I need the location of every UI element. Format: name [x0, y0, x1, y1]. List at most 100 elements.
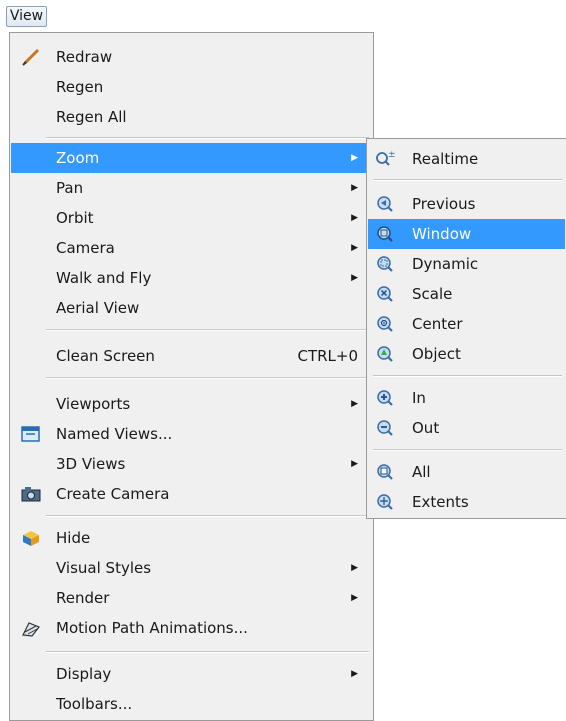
zoom-extents-icon [377, 494, 393, 510]
zoom-previous-icon [377, 196, 393, 212]
menu-separator [46, 651, 369, 653]
submenu-arrow-icon: ▶ [351, 273, 358, 283]
svg-text:±: ± [388, 150, 396, 160]
menu-item-label: Viewports [56, 395, 131, 413]
menu-item-named-views[interactable]: Named Views... [11, 419, 372, 449]
zoom-dynamic-icon [377, 256, 393, 272]
zoom-submenu: ± Realtime Previous Window Dynamic Scale… [366, 138, 566, 519]
menu-separator [46, 515, 369, 517]
shortcut-label: CTRL+0 [297, 347, 358, 365]
view-menu: Redraw Regen Regen All Zoom ▶ Pan ▶ Orbi… [9, 32, 374, 721]
submenu-item-label: Dynamic [412, 255, 479, 273]
submenu-item-label: Previous [412, 195, 476, 213]
menu-item-label: Orbit [56, 209, 94, 227]
menu-item-regen[interactable]: Regen [11, 72, 372, 102]
submenu-separator [373, 179, 562, 181]
submenu-item-label: Window [412, 225, 472, 243]
submenu-item-label: All [412, 463, 431, 481]
submenu-item-dynamic[interactable]: Dynamic [368, 249, 565, 279]
pencil-icon [22, 48, 40, 66]
submenu-item-label: In [412, 389, 426, 407]
menu-separator [46, 137, 369, 139]
submenu-item-previous[interactable]: Previous [368, 189, 565, 219]
menu-item-orbit[interactable]: Orbit ▶ [11, 203, 372, 233]
submenu-item-realtime[interactable]: ± Realtime [368, 144, 565, 174]
submenu-item-label: Center [412, 315, 463, 333]
view-menu-button[interactable]: View [6, 6, 47, 27]
menu-item-zoom[interactable]: Zoom ▶ [11, 143, 372, 173]
zoom-realtime-icon: ± [376, 150, 396, 166]
menubar: View [6, 6, 74, 30]
zoom-object-icon [377, 346, 393, 362]
zoom-center-icon [377, 316, 393, 332]
named-views-icon [21, 426, 40, 442]
zoom-in-icon [377, 390, 393, 406]
submenu-arrow-icon: ▶ [351, 459, 358, 469]
menu-item-create-camera[interactable]: Create Camera [11, 479, 372, 509]
submenu-arrow-icon: ▶ [351, 153, 358, 163]
menu-item-label: Motion Path Animations... [56, 619, 248, 637]
submenu-arrow-icon: ▶ [351, 243, 358, 253]
menu-item-motion-path-animations[interactable]: Motion Path Animations... [11, 613, 372, 643]
menu-item-camera[interactable]: Camera ▶ [11, 233, 372, 263]
menu-item-render[interactable]: Render ▶ [11, 583, 372, 613]
submenu-arrow-icon: ▶ [351, 399, 358, 409]
menu-item-clean-screen[interactable]: Clean Screen CTRL+0 [11, 341, 372, 371]
menu-item-display[interactable]: Display ▶ [11, 659, 372, 689]
menu-item-aerial-view[interactable]: Aerial View [11, 293, 372, 323]
submenu-separator [373, 449, 562, 451]
submenu-arrow-icon: ▶ [351, 213, 358, 223]
menu-item-label: Walk and Fly [56, 269, 152, 287]
submenu-item-all[interactable]: All [368, 457, 565, 487]
menu-item-label: Camera [56, 239, 115, 257]
menu-separator [46, 377, 369, 379]
menu-item-viewports[interactable]: Viewports ▶ [11, 389, 372, 419]
menu-item-label: Render [56, 589, 110, 607]
zoom-all-icon [377, 464, 393, 480]
submenu-arrow-icon: ▶ [351, 183, 358, 193]
menu-item-hide[interactable]: Hide [11, 523, 372, 553]
submenu-item-center[interactable]: Center [368, 309, 565, 339]
submenu-arrow-icon: ▶ [351, 669, 358, 679]
menu-item-redraw[interactable]: Redraw [11, 42, 372, 72]
menu-item-label: Regen All [56, 108, 127, 126]
menu-item-toolbars[interactable]: Toolbars... [11, 689, 372, 719]
zoom-scale-icon [377, 286, 393, 302]
menu-separator [46, 329, 369, 331]
motion-path-icon [22, 622, 40, 637]
submenu-item-label: Realtime [412, 150, 479, 168]
menu-item-3d-views[interactable]: 3D Views ▶ [11, 449, 372, 479]
submenu-arrow-icon: ▶ [351, 593, 358, 603]
submenu-arrow-icon: ▶ [351, 563, 358, 573]
menu-item-label: Regen [56, 78, 104, 96]
submenu-item-extents[interactable]: Extents [368, 487, 565, 517]
menu-item-walk-and-fly[interactable]: Walk and Fly ▶ [11, 263, 372, 293]
submenu-item-label: Object [412, 345, 461, 363]
zoom-window-icon [377, 226, 393, 242]
menu-item-label: Named Views... [56, 425, 173, 443]
menu-item-visual-styles[interactable]: Visual Styles ▶ [11, 553, 372, 583]
submenu-item-object[interactable]: Object [368, 339, 565, 369]
menu-item-label: 3D Views [56, 455, 126, 473]
camera-icon [21, 487, 41, 502]
hide-icon [23, 531, 39, 546]
menu-item-label: Create Camera [56, 485, 170, 503]
submenu-item-label: Scale [412, 285, 453, 303]
menu-item-label: Visual Styles [56, 559, 152, 577]
menu-item-label: Redraw [56, 48, 113, 66]
menu-item-pan[interactable]: Pan ▶ [11, 173, 372, 203]
submenu-item-label: Extents [412, 493, 469, 511]
menu-item-label: Display [56, 665, 112, 683]
menu-item-regen-all[interactable]: Regen All [11, 102, 372, 132]
submenu-separator [373, 375, 562, 377]
menu-item-label: Zoom [56, 149, 100, 167]
zoom-out-icon [377, 420, 393, 436]
menu-item-label: Hide [56, 529, 91, 547]
submenu-item-out[interactable]: Out [368, 413, 565, 443]
submenu-item-window[interactable]: Window [368, 219, 565, 249]
menu-item-label: Pan [56, 179, 84, 197]
menu-item-label: Aerial View [56, 299, 140, 317]
submenu-item-in[interactable]: In [368, 383, 565, 413]
submenu-item-scale[interactable]: Scale [368, 279, 565, 309]
menu-item-label: Clean Screen [56, 347, 155, 365]
